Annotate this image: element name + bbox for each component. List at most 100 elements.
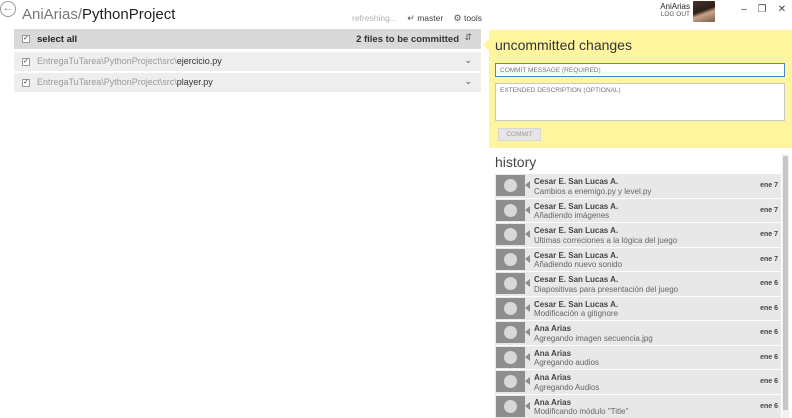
back-arrow-icon[interactable]: ← <box>0 1 16 17</box>
github-avatar-icon <box>496 297 525 319</box>
logout-link[interactable]: LOG OUT <box>650 11 690 19</box>
history-list: Cesar E. San Lucas A. Cambios a enemigo.p… <box>495 174 781 418</box>
commit-date: ene 6 <box>760 280 778 287</box>
commit-date: ene 6 <box>760 378 778 385</box>
commit-date: ene 6 <box>760 329 778 336</box>
commit-button[interactable]: COMMIT <box>498 128 541 141</box>
commit-description-input[interactable] <box>495 83 785 121</box>
file-path: EntregaTuTarea\PythonProject\src\ejercic… <box>37 56 222 66</box>
commit-author: Cesar E. San Lucas A. <box>534 250 619 260</box>
commit-message: Modificación a gitignore <box>534 309 619 318</box>
commit-message: Agregando Audios <box>534 382 600 392</box>
github-avatar-icon <box>496 395 525 417</box>
commit-date: ene 7 <box>760 231 778 238</box>
file-name: player.py <box>176 77 213 87</box>
avatar-pointer <box>525 328 530 336</box>
history-item[interactable]: Ana Arias Modificando módulo "Title" ene 6 <box>495 394 781 418</box>
tools-button[interactable]: ⚙ tools <box>454 13 482 23</box>
file-dir: EntregaTuTarea\PythonProject\src\ <box>37 77 177 87</box>
commit-message: Ultimas correciones a la lógica del jueg… <box>534 235 678 245</box>
history-title: history <box>495 154 537 170</box>
gear-icon: ⚙ <box>453 13 462 23</box>
user-block: AniArias LOG OUT <box>650 2 690 19</box>
commit-message: Modificando módulo "Title" <box>534 407 629 416</box>
repo-name[interactable]: PythonProject <box>82 6 175 23</box>
history-item[interactable]: Ana Arias Agregando audios ene 6 <box>495 345 781 369</box>
avatar-pointer <box>525 303 530 312</box>
commit-panel-title: uncommitted changes <box>495 37 632 53</box>
expand-chevron-icon[interactable]: ⌄ <box>464 55 472 66</box>
commit-date: ene 7 <box>760 182 778 189</box>
github-avatar-icon <box>496 199 525 221</box>
commit-date: ene 6 <box>760 353 778 361</box>
avatar-pointer <box>525 352 530 361</box>
commit-message: Diapositivas para presentación del juego <box>534 284 679 294</box>
avatar-pointer <box>525 401 530 410</box>
commit-date: ene 6 <box>760 402 778 410</box>
restore-button[interactable]: ❐ <box>756 4 768 16</box>
commit-author: Ana Arias <box>534 348 572 358</box>
commit-author: Ana Arias <box>534 397 572 407</box>
commit-date: ene 7 <box>760 255 778 263</box>
history-scrollbar[interactable] <box>782 154 789 418</box>
avatar-pointer <box>525 279 530 287</box>
minimize-button[interactable]: – <box>738 4 750 16</box>
refresh-status: refreshing... <box>352 13 397 23</box>
github-avatar-icon <box>496 322 525 343</box>
select-all-row: ✓ select all 2 files to be committed ⇵ <box>14 29 481 49</box>
file-checkbox[interactable]: ✓ <box>22 58 30 66</box>
repo-toolbar: refreshing... ↵ master ⚙ tools <box>352 13 482 24</box>
commit-message: Añadiendo imágenes <box>534 211 610 220</box>
history-item[interactable]: Cesar E. San Lucas A. Diapositivas para p… <box>495 272 781 296</box>
commit-author: Cesar E. San Lucas A. <box>534 226 619 235</box>
repo-owner[interactable]: AniArias <box>22 6 78 23</box>
changed-file-row[interactable]: ✓ EntregaTuTarea\PythonProject\src\playe… <box>14 73 481 92</box>
avatar-pointer <box>525 181 530 189</box>
user-avatar[interactable] <box>693 1 715 22</box>
avatar-pointer <box>525 377 530 385</box>
history-item[interactable]: Cesar E. San Lucas A. Ultimas correciones… <box>495 223 781 247</box>
history-item[interactable]: Ana Arias Agregando imagen secuencia.jpg e… <box>495 321 781 345</box>
avatar-pointer <box>525 230 530 238</box>
commit-message-input[interactable] <box>495 63 785 77</box>
app-window: ← AniArias/PythonProject refreshing... ↵… <box>0 0 792 418</box>
expand-all-chevron-icon[interactable]: ⇵ <box>464 32 472 43</box>
commit-date: ene 6 <box>760 304 778 312</box>
select-all-label[interactable]: select all <box>37 34 77 45</box>
commit-message: Cambios a enemigo.py y level.py <box>534 186 652 196</box>
history-item[interactable]: Cesar E. San Lucas A. Añadiendo imágenes e… <box>495 198 781 222</box>
commit-author: Cesar E. San Lucas A. <box>534 275 619 284</box>
commit-panel: uncommitted changes COMMIT <box>489 30 792 148</box>
github-avatar-icon <box>496 371 525 392</box>
commit-author: Cesar E. San Lucas A. <box>534 201 619 211</box>
history-item[interactable]: Cesar E. San Lucas A. Añadiendo nuevo son… <box>495 247 781 271</box>
scrollbar-thumb[interactable] <box>783 156 788 410</box>
file-checkbox[interactable]: ✓ <box>22 79 30 87</box>
changed-file-row[interactable]: ✓ EntregaTuTarea\PythonProject\src\ejerc… <box>14 52 481 71</box>
history-item[interactable]: Cesar E. San Lucas A. Modificación a giti… <box>495 296 781 320</box>
commit-message: Añadiendo nuevo sonido <box>534 260 623 269</box>
history-item[interactable]: Ana Arias Agregando Audios ene 6 <box>495 370 781 394</box>
commit-date: ene 7 <box>760 206 778 214</box>
commit-author: Cesar E. San Lucas A. <box>534 177 619 186</box>
github-avatar-icon <box>496 224 525 245</box>
avatar-pointer <box>525 254 530 263</box>
commit-message: Agregando imagen secuencia.jpg <box>534 333 653 343</box>
select-all-checkbox[interactable]: ✓ <box>22 35 30 43</box>
github-avatar-icon <box>496 346 525 368</box>
github-avatar-icon <box>496 175 525 196</box>
commit-author: Cesar E. San Lucas A. <box>534 299 619 309</box>
close-button[interactable]: ✕ <box>776 4 788 16</box>
user-name: AniArias <box>660 2 690 11</box>
commit-author: Ana Arias <box>534 373 572 382</box>
branch-button[interactable]: ↵ master <box>407 13 443 23</box>
file-name: ejercicio.py <box>176 56 222 66</box>
file-path: EntregaTuTarea\PythonProject\src\player.… <box>37 77 213 87</box>
avatar-pointer <box>525 205 530 214</box>
expand-chevron-icon[interactable]: ⌄ <box>464 76 472 87</box>
commit-message: Agregando audios <box>534 358 599 367</box>
history-item[interactable]: Cesar E. San Lucas A. Cambios a enemigo.p… <box>495 174 781 198</box>
file-dir: EntregaTuTarea\PythonProject\src\ <box>37 56 177 66</box>
branch-label: master <box>417 13 444 23</box>
branch-icon: ↵ <box>407 13 415 23</box>
